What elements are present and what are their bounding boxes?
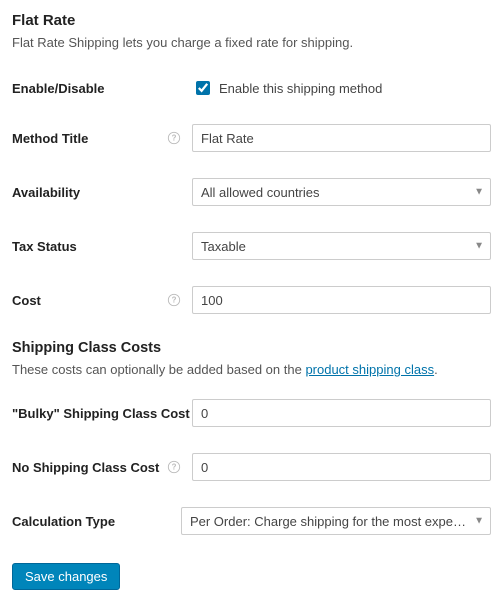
help-icon[interactable]: ? (166, 459, 182, 475)
svg-text:?: ? (172, 463, 177, 472)
method-title-input[interactable] (192, 124, 491, 152)
label-bulky-cost: "Bulky" Shipping Class Cost (12, 406, 190, 421)
help-icon[interactable]: ? (166, 292, 182, 308)
product-shipping-class-link[interactable]: product shipping class (305, 362, 434, 377)
help-icon[interactable]: ? (166, 130, 182, 146)
row-enable: Enable/Disable Enable this shipping meth… (12, 78, 491, 98)
label-calc-type: Calculation Type (12, 514, 115, 529)
svg-text:?: ? (172, 296, 177, 305)
page-title: Flat Rate (12, 12, 491, 29)
row-availability: Availability All allowed countries ▼ (12, 178, 491, 206)
enable-checkbox-label: Enable this shipping method (219, 81, 382, 96)
chevron-down-icon: ▼ (474, 241, 484, 252)
shipping-classes-desc: These costs can optionally be added base… (12, 362, 491, 377)
save-button[interactable]: Save changes (12, 563, 120, 590)
calc-type-select-value: Per Order: Charge shipping for the most … (190, 514, 466, 529)
chevron-down-icon: ▼ (474, 516, 484, 527)
row-no-class-cost: No Shipping Class Cost ? (12, 453, 491, 481)
enable-checkbox[interactable] (196, 81, 210, 95)
cost-input[interactable] (192, 286, 491, 314)
label-method-title: Method Title (12, 131, 88, 146)
availability-select[interactable]: All allowed countries ▼ (192, 178, 491, 206)
label-cost: Cost (12, 293, 41, 308)
row-tax-status: Tax Status Taxable ▼ (12, 232, 491, 260)
desc-post: . (434, 362, 438, 377)
tax-status-select[interactable]: Taxable ▼ (192, 232, 491, 260)
enable-checkbox-wrap[interactable]: Enable this shipping method (192, 78, 382, 98)
shipping-classes-heading: Shipping Class Costs (12, 340, 491, 356)
bulky-cost-input[interactable] (192, 399, 491, 427)
label-availability: Availability (12, 185, 80, 200)
row-bulky-cost: "Bulky" Shipping Class Cost ? (12, 399, 491, 427)
label-enable: Enable/Disable (12, 81, 104, 96)
chevron-down-icon: ▼ (474, 187, 484, 198)
tax-status-select-value: Taxable (201, 239, 246, 254)
label-no-class-cost: No Shipping Class Cost (12, 460, 159, 475)
label-tax-status: Tax Status (12, 239, 77, 254)
row-cost: Cost ? (12, 286, 491, 314)
page-description: Flat Rate Shipping lets you charge a fix… (12, 35, 491, 50)
calc-type-select[interactable]: Per Order: Charge shipping for the most … (181, 507, 491, 535)
availability-select-value: All allowed countries (201, 185, 320, 200)
row-method-title: Method Title ? (12, 124, 491, 152)
desc-pre: These costs can optionally be added base… (12, 362, 305, 377)
svg-text:?: ? (172, 134, 177, 143)
no-class-cost-input[interactable] (192, 453, 491, 481)
row-calc-type: Calculation Type Per Order: Charge shipp… (12, 507, 491, 535)
